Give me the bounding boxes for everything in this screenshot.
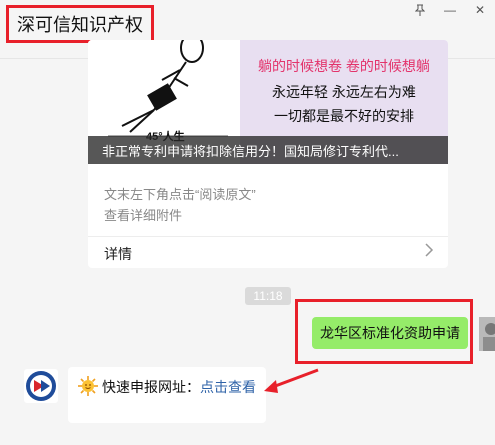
hint-line-1: 文末左下角点击“阅读原文” xyxy=(104,187,256,202)
message-timestamp: 11:18 xyxy=(245,287,291,305)
chevron-right-icon xyxy=(424,242,434,263)
cover-line-1: 躺的时候想卷 卷的时候想躺 xyxy=(258,58,430,74)
article-card[interactable]: 45°人生 躺的时候想卷 卷的时候想躺 永远年轻 永远左右为难 一切都是最不好的… xyxy=(88,40,448,268)
received-message-bubble[interactable]: 快速申报网址：点击查看 xyxy=(68,367,266,423)
chat-title-highlight: 深可信知识产权 xyxy=(6,5,154,43)
window-controls: — ✕ xyxy=(405,0,495,20)
sender-avatar[interactable] xyxy=(24,369,58,403)
sun-emoji-icon xyxy=(78,376,98,396)
received-message-text: 快速申报网址：点击查看 xyxy=(102,377,256,397)
article-title[interactable]: 非正常专利申请将扣除信用分！国知局修订专利代... xyxy=(88,136,448,164)
article-cover-image[interactable]: 45°人生 躺的时候想卷 卷的时候想躺 永远年轻 永远左右为难 一切都是最不好的… xyxy=(88,40,448,164)
chat-title[interactable]: 深可信知识产权 xyxy=(17,11,143,37)
article-hint: 文末左下角点击“阅读原文” 查看详细附件 xyxy=(104,184,256,226)
sent-message-text: 龙华区标准化资助申请 xyxy=(320,325,460,341)
minimize-icon[interactable]: — xyxy=(435,0,465,20)
cover-line-2: 永远年轻 永远左右为难 xyxy=(272,84,416,100)
close-icon[interactable]: ✕ xyxy=(465,0,495,20)
annotation-arrow xyxy=(264,368,319,393)
pin-icon[interactable] xyxy=(405,0,435,20)
cover-line-3: 一切都是最不好的安排 xyxy=(274,108,414,124)
hint-line-2: 查看详细附件 xyxy=(104,208,183,223)
details-row[interactable]: 详情 xyxy=(88,236,448,268)
details-label: 详情 xyxy=(104,246,132,262)
my-avatar[interactable] xyxy=(479,317,495,351)
view-link[interactable]: 点击查看 xyxy=(200,379,256,395)
sent-message-bubble[interactable]: 龙华区标准化资助申请 xyxy=(312,317,468,349)
received-message-prefix: 快速申报网址： xyxy=(102,379,200,395)
